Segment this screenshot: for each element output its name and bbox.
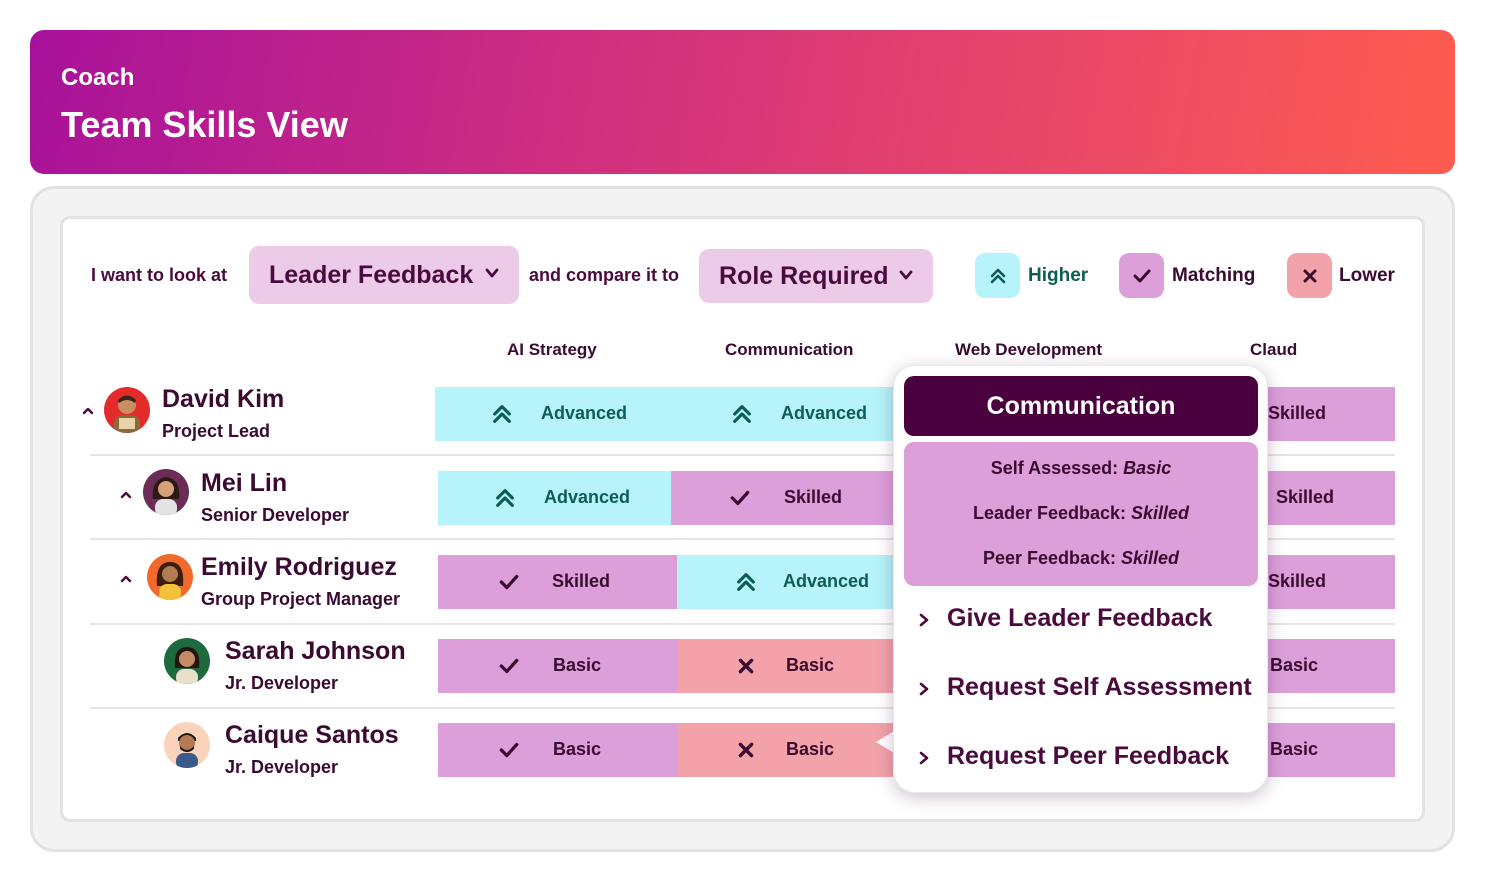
skill-level: Skilled [784,487,843,507]
skill-cell[interactable]: Skilled [438,555,677,609]
legend-matching-label: Matching [1172,265,1256,286]
skill-level: Basic [553,655,602,675]
skill-level: Skilled [1276,487,1335,507]
legend-lower-label: Lower [1339,265,1395,286]
column-header-web-development: Web Development [955,340,1103,359]
double-chevron-up-icon [733,405,751,423]
compare-select-value: Role Required [719,261,889,290]
person-role: Project Lead [162,421,271,441]
legend-lower-swatch [1287,253,1332,298]
skill-level: Advanced [783,571,870,591]
skill-cell[interactable]: Advanced [438,471,671,525]
person-name[interactable]: Sarah Johnson [225,637,406,666]
double-chevron-up-icon [737,573,755,591]
person-name[interactable]: Caique Santos [225,721,399,750]
skill-cell[interactable]: Advanced [435,387,675,441]
skill-cell[interactable]: Skilled [1268,471,1395,525]
look-label: I want to look at [91,265,228,285]
chevron-right-icon [919,751,929,765]
look-select-value: Leader Feedback [269,260,474,289]
person-role: Jr. Developer [225,757,339,777]
popup-title: Communication [904,376,1258,436]
check-icon [730,490,750,506]
skill-cell[interactable]: Skilled [1268,555,1395,609]
detail-peer-feedback: Peer Feedback: Skilled [982,548,1180,568]
column-header-communication: Communication [725,340,854,359]
skill-level: Advanced [541,403,628,423]
avatar [164,722,210,768]
chevron-down-icon [485,268,499,278]
column-header-ai-strategy: AI Strategy [507,340,597,359]
page-title: Team Skills View [61,104,348,145]
skill-level: Basic [1270,739,1319,759]
skill-level: Skilled [1268,403,1327,423]
double-chevron-up-icon [496,489,514,507]
avatar [104,387,150,433]
skill-level: Basic [1270,655,1319,675]
skill-level: Basic [553,739,602,759]
skill-cell[interactable]: Basic [438,639,677,693]
chevron-right-icon [919,613,929,627]
column-header-claud: Claud [1250,340,1298,359]
x-icon [1303,269,1316,282]
popup-details: Self Assessed: Basic Leader Feedback: Sk… [904,442,1258,586]
skill-cell[interactable]: Advanced [677,555,893,609]
page-header: Coach Team Skills View [30,30,1455,174]
check-icon [499,742,519,758]
skill-level: Basic [786,739,835,759]
x-icon [738,742,754,758]
skill-level: Skilled [1268,571,1327,591]
person-name[interactable]: Mei Lin [201,469,287,498]
chevron-right-icon [919,682,929,696]
skill-cell[interactable]: Basic [1268,723,1395,777]
check-icon [499,658,519,674]
skill-popup: Communication Self Assessed: Basic Leade… [893,365,1268,793]
collapse-caret-icon[interactable] [120,574,132,584]
double-chevron-up-icon [493,405,511,423]
check-icon [1133,269,1150,282]
legend-matching-swatch [1119,253,1164,298]
compare-label: and compare it to [529,265,680,285]
skill-cell[interactable]: Basic [1268,639,1395,693]
detail-leader-feedback: Leader Feedback: Skilled [972,503,1190,523]
skill-level: Skilled [552,571,611,591]
x-icon [738,658,754,674]
skill-level: Advanced [781,403,868,423]
skill-cell[interactable]: Advanced [675,387,893,441]
header-eyebrow: Coach [61,64,135,91]
person-role: Jr. Developer [225,673,339,693]
skill-cell[interactable]: Skilled [1268,387,1395,441]
person-role: Senior Developer [201,505,350,525]
check-icon [499,574,519,590]
person-role: Group Project Manager [201,589,401,609]
skill-level: Advanced [544,487,631,507]
detail-self-assessed: Self Assessed: Basic [990,458,1172,478]
collapse-caret-icon[interactable] [82,406,94,416]
chevron-down-icon [899,270,913,280]
popup-pointer [876,731,894,753]
look-select[interactable]: Leader Feedback [249,246,519,304]
compare-select[interactable]: Role Required [699,249,933,303]
legend-higher-label: Higher [1028,265,1089,286]
person-name[interactable]: Emily Rodriguez [201,553,397,582]
skill-cell[interactable]: Basic [677,723,893,777]
skill-level: Basic [786,655,835,675]
person-name[interactable]: David Kim [162,385,284,414]
skill-cell[interactable]: Skilled [671,471,893,525]
collapse-caret-icon[interactable] [120,490,132,500]
avatar [147,554,193,600]
skill-cell[interactable]: Basic [677,639,893,693]
avatar [143,469,189,515]
avatar [164,638,210,684]
skill-cell[interactable]: Basic [438,723,677,777]
double-chevron-up-icon [990,268,1005,283]
legend-higher-swatch [975,253,1020,298]
